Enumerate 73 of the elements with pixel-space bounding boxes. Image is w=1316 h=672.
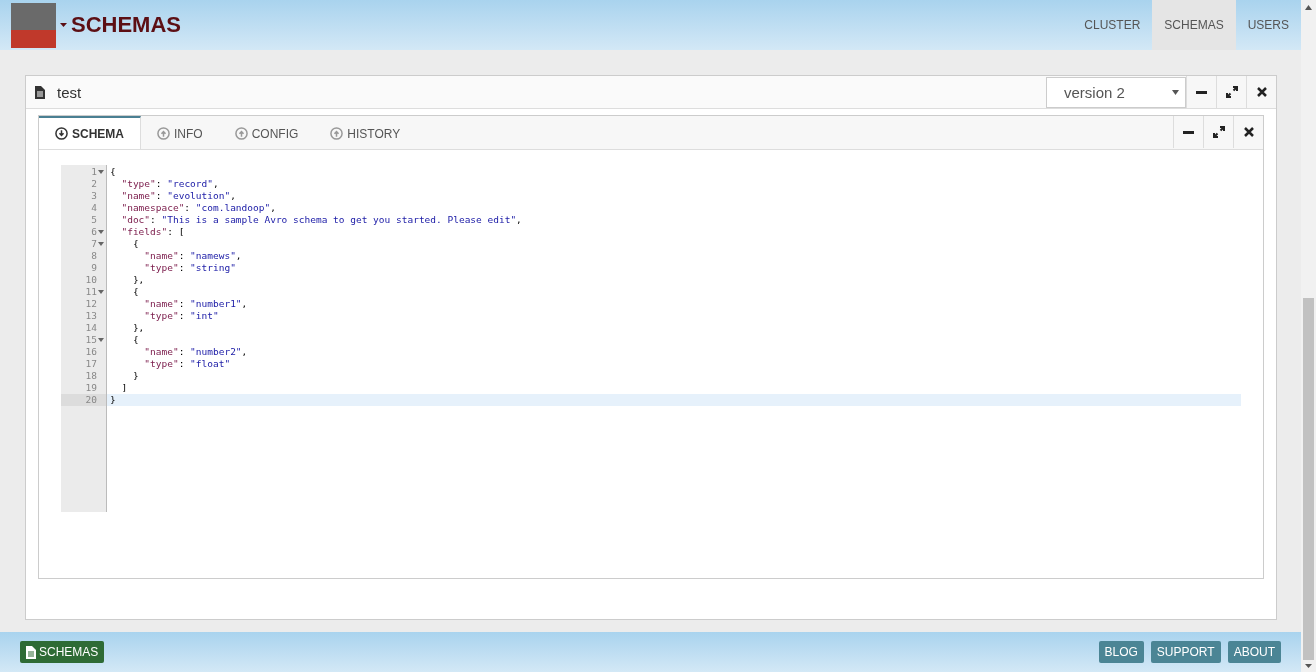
code-line: },: [131, 274, 146, 286]
code-line: "doc": "This is a sample Avro schema to get you started. Please edit",: [120, 214, 523, 226]
code-line: "fields": [: [120, 226, 186, 238]
nav-link[interactable]: SCHEMAS: [1152, 0, 1236, 50]
footer-link[interactable]: SUPPORT: [1150, 641, 1221, 663]
line-number: 18: [85, 370, 97, 382]
minimize-icon: [1183, 130, 1194, 134]
code-line: {: [131, 238, 140, 250]
panel-title: test: [57, 83, 82, 101]
line-number: 6: [91, 226, 97, 238]
close-icon: [1256, 87, 1267, 97]
code-line: {: [109, 166, 117, 178]
minimize-icon: [1196, 90, 1207, 94]
line-number: 14: [85, 322, 97, 334]
line-number: 12: [85, 298, 97, 310]
line-number: 10: [85, 274, 97, 286]
footer-link[interactable]: ABOUT: [1227, 641, 1281, 663]
fold-caret-icon[interactable]: [98, 290, 104, 294]
avatar-photo-placeholder[interactable]: [11, 2, 56, 48]
arrow-up-circle-icon: [330, 127, 344, 140]
caret-icon[interactable]: [60, 23, 67, 27]
fold-caret-icon[interactable]: [98, 230, 104, 234]
line-number: 1: [91, 166, 97, 178]
tab[interactable]: CONFIG: [218, 116, 315, 149]
code-line: }: [131, 370, 140, 382]
line-number: 13: [85, 310, 97, 322]
code-line: "type": "float": [143, 358, 232, 370]
code-line: "type": "int": [143, 310, 220, 322]
line-number: 16: [85, 346, 97, 358]
code-line: "name": "evolution",: [120, 190, 237, 202]
document-icon: [35, 85, 45, 99]
line-number: 8: [91, 250, 97, 262]
line-number: 4: [91, 202, 97, 214]
close-icon: [1243, 127, 1254, 137]
line-number: 17: [85, 358, 97, 370]
version-select[interactable]: version 2: [1046, 76, 1186, 108]
line-number: 2: [91, 178, 97, 190]
code-line: {: [131, 286, 140, 298]
expand-icon: [1225, 86, 1238, 98]
line-number: 7: [91, 238, 97, 250]
arrow-up-circle-icon: [157, 127, 170, 140]
fold-caret-icon[interactable]: [98, 338, 104, 342]
arrow-down-circle-icon: [55, 127, 68, 140]
tab[interactable]: INFO: [141, 116, 219, 149]
tab[interactable]: SCHEMA: [39, 116, 141, 149]
fold-caret-icon[interactable]: [98, 242, 104, 246]
line-number: 11: [85, 286, 97, 298]
code-line: "name": "number1",: [143, 298, 249, 310]
arrow-up-circle-icon: [234, 127, 248, 140]
line-number: 20: [85, 394, 97, 406]
document-icon: [26, 645, 36, 659]
fold-caret-icon[interactable]: [98, 170, 104, 174]
expand-icon: [1212, 126, 1225, 138]
code-line: "namespace": "com.landoop",: [120, 202, 277, 214]
caret-icon: [1172, 89, 1179, 95]
page-title: SCHEMAS: [71, 12, 181, 38]
schemas-button[interactable]: SCHEMAS: [20, 641, 105, 663]
code-line: "type": "record",: [120, 178, 220, 190]
code-line: "type": "string": [143, 262, 237, 274]
tab[interactable]: HISTORY: [314, 116, 417, 149]
nav-link[interactable]: CLUSTER: [1072, 0, 1153, 50]
code-line: ]: [120, 382, 129, 394]
code-line: "name": "number2",: [143, 346, 249, 358]
line-number: 15: [85, 334, 97, 346]
line-number: 5: [91, 214, 97, 226]
code-line: {: [131, 334, 140, 346]
footer-link[interactable]: BLOG: [1098, 641, 1144, 663]
line-number: 3: [91, 190, 97, 202]
code-line: "name": "namews",: [143, 250, 243, 262]
line-number: 9: [91, 262, 97, 274]
line-number: 19: [85, 382, 97, 394]
nav-link[interactable]: USERS: [1235, 0, 1301, 50]
code-line: },: [131, 322, 146, 334]
